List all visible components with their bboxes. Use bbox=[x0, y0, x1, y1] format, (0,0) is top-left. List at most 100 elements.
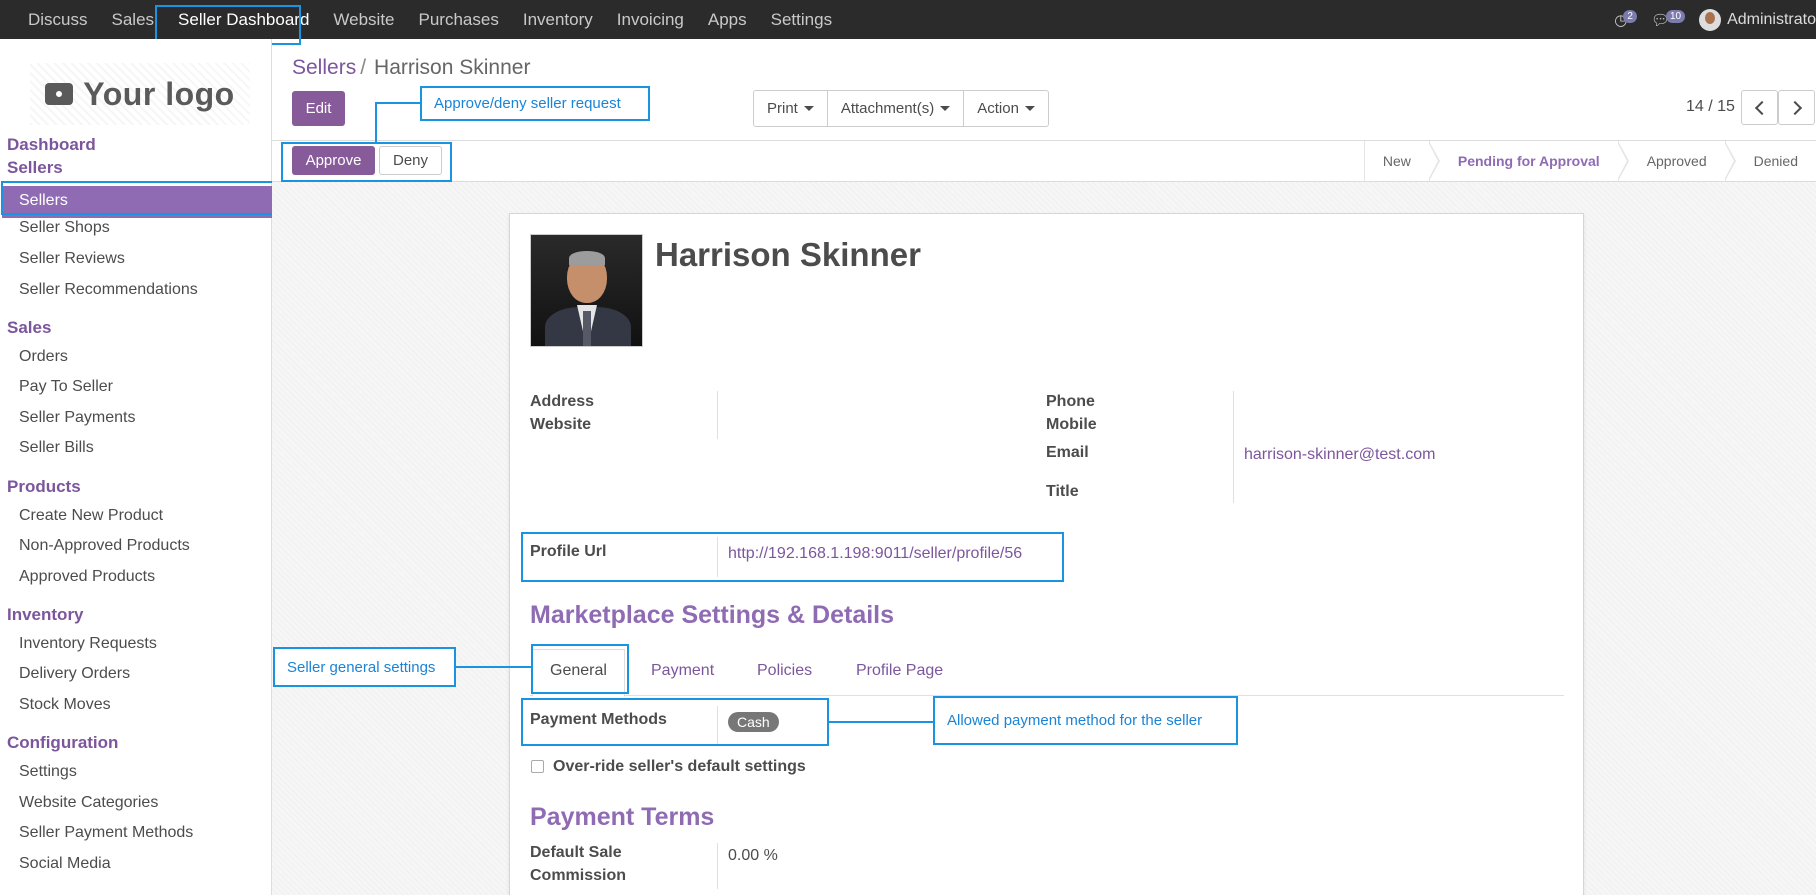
highlight-sellers-menu bbox=[1, 181, 276, 215]
sidebar-item-seller-recommendations[interactable]: Seller Recommendations bbox=[19, 281, 198, 299]
sidebar: Your logo Dashboard Sellers Sellers Sell… bbox=[0, 39, 272, 895]
sidebar-item-seller-bills[interactable]: Seller Bills bbox=[19, 439, 94, 457]
print-dropdown[interactable]: Print bbox=[754, 91, 828, 126]
sidebar-section-configuration: Configuration bbox=[7, 733, 119, 752]
sidebar-item-stock-moves[interactable]: Stock Moves bbox=[19, 696, 111, 714]
stage-new[interactable]: New bbox=[1363, 141, 1440, 181]
override-label: Over-ride seller's default settings bbox=[553, 758, 806, 775]
sidebar-item-seller-reviews[interactable]: Seller Reviews bbox=[19, 250, 125, 268]
menu-discuss[interactable]: Discuss bbox=[16, 0, 100, 39]
address-label: Address bbox=[530, 393, 595, 410]
print-label: Print bbox=[767, 100, 798, 117]
tab-profile-page[interactable]: Profile Page bbox=[856, 662, 943, 680]
pager-previous-button[interactable] bbox=[1741, 90, 1778, 125]
logo-text: Your logo bbox=[83, 75, 235, 112]
stage-pipeline: New Pending for Approval Approved Denied bbox=[1363, 141, 1816, 181]
company-logo: Your logo bbox=[30, 63, 250, 125]
tab-policies[interactable]: Policies bbox=[757, 662, 812, 680]
title-label: Title bbox=[1046, 483, 1079, 500]
website-label: Website bbox=[530, 416, 592, 433]
sidebar-section-products: Products bbox=[7, 477, 81, 496]
stage-label: Denied bbox=[1753, 153, 1798, 169]
stage-arrow bbox=[1616, 141, 1629, 181]
menu-settings[interactable]: Settings bbox=[759, 0, 844, 39]
caret-down-icon bbox=[940, 106, 951, 111]
edit-button[interactable]: Edit bbox=[292, 91, 345, 126]
sidebar-item-pay-to-seller[interactable]: Pay To Seller bbox=[19, 378, 113, 396]
highlight-approve-deny bbox=[281, 142, 452, 182]
breadcrumb-sellers[interactable]: Sellers bbox=[292, 56, 356, 79]
sidebar-item-seller-shops[interactable]: Seller Shops bbox=[19, 219, 110, 237]
tab-payment[interactable]: Payment bbox=[651, 662, 714, 680]
highlight-general-tab bbox=[531, 644, 629, 694]
stage-label: Pending for Approval bbox=[1457, 153, 1600, 169]
callout-payment-method: Allowed payment method for the seller bbox=[933, 696, 1238, 745]
payment-terms-title: Payment Terms bbox=[530, 803, 715, 831]
caret-down-icon bbox=[803, 106, 814, 111]
highlight-payment-methods bbox=[521, 698, 829, 746]
stage-arrow bbox=[1427, 141, 1440, 181]
menu-apps[interactable]: Apps bbox=[696, 0, 759, 39]
stage-denied[interactable]: Denied bbox=[1724, 141, 1816, 181]
user-avatar[interactable] bbox=[1699, 8, 1722, 31]
sidebar-item-social-media[interactable]: Social Media bbox=[19, 855, 111, 873]
systray: ◷ 2 💬︎ 10 Administrato bbox=[1614, 0, 1816, 39]
field-divider bbox=[717, 391, 718, 439]
stage-arrow bbox=[1723, 141, 1736, 181]
attachments-dropdown[interactable]: Attachment(s) bbox=[828, 91, 965, 126]
sidebar-dashboard[interactable]: Dashboard bbox=[7, 135, 96, 155]
phone-label: Phone bbox=[1046, 393, 1095, 410]
activity-indicator[interactable]: ◷ 2 bbox=[1614, 10, 1637, 29]
stage-pending[interactable]: Pending for Approval bbox=[1428, 141, 1629, 181]
status-bar: New Pending for Approval Approved Denied bbox=[272, 140, 1816, 182]
sidebar-item-create-new-product[interactable]: Create New Product bbox=[19, 507, 163, 525]
callout-line bbox=[829, 721, 934, 723]
seller-name: Harrison Skinner bbox=[655, 236, 921, 273]
breadcrumb-separator: / bbox=[360, 56, 367, 79]
sidebar-item-inventory-requests[interactable]: Inventory Requests bbox=[19, 635, 157, 653]
activity-badge: 2 bbox=[1623, 10, 1637, 23]
field-divider bbox=[717, 843, 718, 889]
sidebar-item-website-categories[interactable]: Website Categories bbox=[19, 794, 158, 812]
callout-general-settings: Seller general settings bbox=[273, 647, 456, 687]
stage-approved[interactable]: Approved bbox=[1617, 141, 1736, 181]
override-checkbox[interactable] bbox=[531, 760, 544, 773]
sidebar-item-settings[interactable]: Settings bbox=[19, 763, 77, 781]
sidebar-section-sales: Sales bbox=[7, 318, 52, 337]
user-menu[interactable]: Administrato bbox=[1727, 11, 1816, 29]
action-label: Action bbox=[977, 100, 1019, 117]
sidebar-item-non-approved-products[interactable]: Non-Approved Products bbox=[19, 537, 190, 555]
messages-badge: 10 bbox=[1665, 10, 1686, 23]
camera-icon bbox=[45, 83, 74, 105]
seller-photo[interactable] bbox=[530, 234, 643, 347]
callout-line bbox=[375, 102, 421, 104]
menu-purchases[interactable]: Purchases bbox=[407, 0, 511, 39]
commission-label-line2: Commission bbox=[530, 867, 627, 884]
highlight-profile-url bbox=[521, 532, 1064, 582]
email-value[interactable]: harrison-skinner@test.com bbox=[1244, 446, 1435, 464]
sidebar-item-seller-payment-methods[interactable]: Seller Payment Methods bbox=[19, 824, 193, 842]
sidebar-actions: Print Attachment(s) Action bbox=[753, 90, 1049, 127]
photo-tie bbox=[583, 311, 591, 346]
sidebar-item-delivery-orders[interactable]: Delivery Orders bbox=[19, 665, 130, 683]
attachments-label: Attachment(s) bbox=[840, 100, 935, 117]
mobile-label: Mobile bbox=[1046, 416, 1097, 433]
field-divider bbox=[1233, 391, 1234, 503]
sidebar-item-orders[interactable]: Orders bbox=[19, 348, 68, 366]
pager-value: 14 / 15 bbox=[1686, 98, 1735, 115]
breadcrumb: Sellers / Harrison Skinner bbox=[292, 56, 530, 80]
commission-value: 0.00 % bbox=[728, 847, 778, 864]
breadcrumb-current: Harrison Skinner bbox=[374, 56, 531, 79]
menu-inventory[interactable]: Inventory bbox=[511, 0, 605, 39]
menu-invoicing[interactable]: Invoicing bbox=[605, 0, 696, 39]
stage-label: Approved bbox=[1646, 153, 1707, 169]
menu-website[interactable]: Website bbox=[321, 0, 406, 39]
pager-next-button[interactable] bbox=[1778, 90, 1815, 125]
sidebar-item-seller-payments[interactable]: Seller Payments bbox=[19, 409, 136, 427]
messages-indicator[interactable]: 💬︎ 10 bbox=[1651, 10, 1686, 29]
sidebar-item-approved-products[interactable]: Approved Products bbox=[19, 568, 155, 586]
marketplace-section-title: Marketplace Settings & Details bbox=[530, 601, 895, 629]
callout-line bbox=[456, 666, 532, 668]
photo-hair bbox=[569, 251, 605, 265]
action-dropdown[interactable]: Action bbox=[964, 91, 1048, 126]
